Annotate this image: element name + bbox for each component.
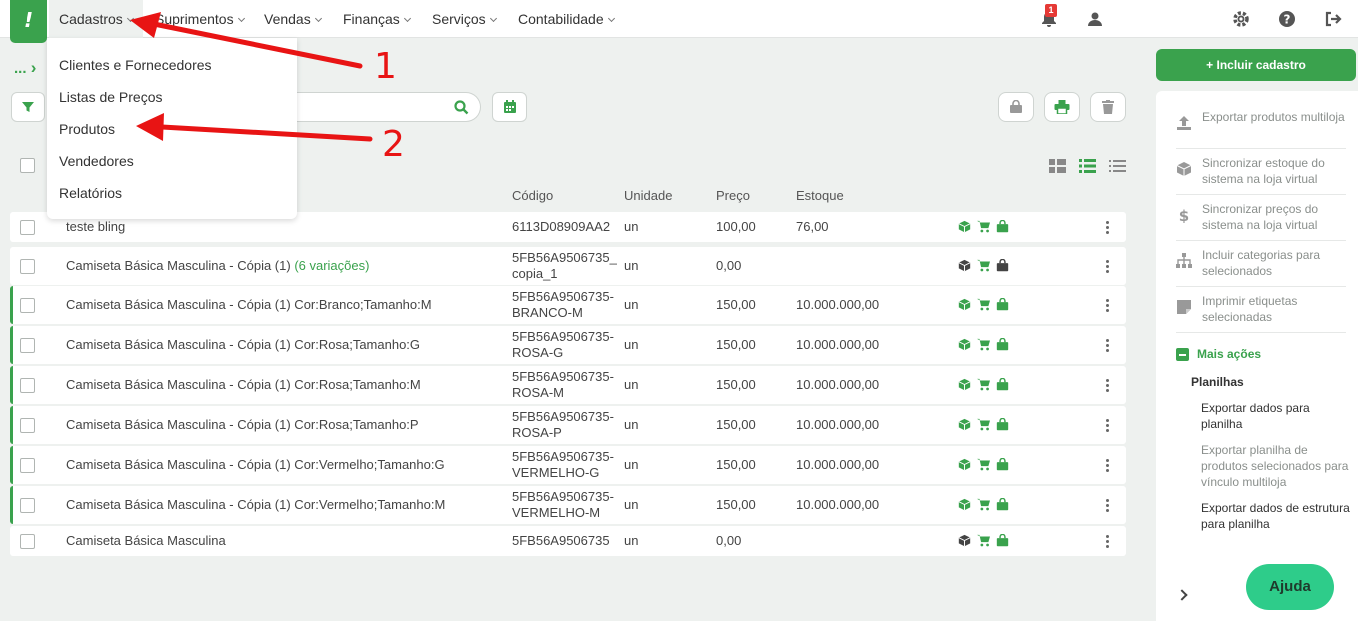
arrow-1-line xyxy=(151,21,363,69)
annotation-arrows xyxy=(130,12,373,142)
arrow-2-line xyxy=(159,124,373,142)
arrow-2-head xyxy=(136,113,164,141)
arrow-1-head xyxy=(130,12,161,38)
annotation-step-2: 2 xyxy=(382,124,405,165)
annotation-step-1: 1 xyxy=(374,46,397,87)
